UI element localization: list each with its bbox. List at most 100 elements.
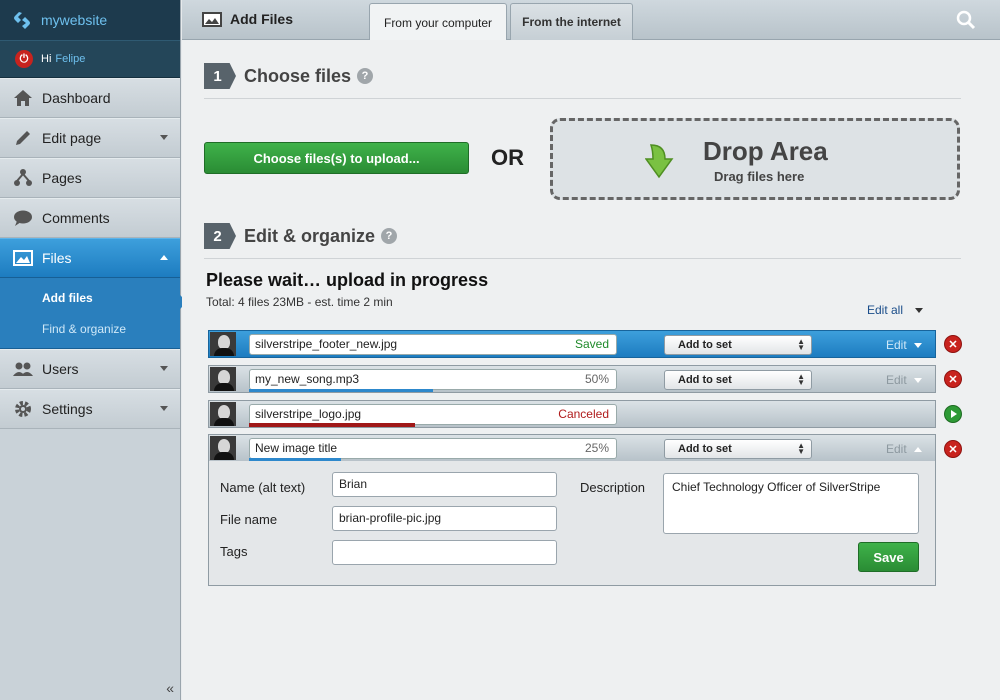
upload-progress-bar [249, 423, 415, 427]
drop-area[interactable]: Drop Area Drag files here [550, 118, 960, 200]
sidebar-item-label: Dashboard [42, 90, 111, 106]
divider [204, 258, 961, 259]
file-thumbnail [210, 402, 236, 426]
sidebar-item-files[interactable]: Files [0, 238, 180, 278]
chevron-up-icon[interactable] [160, 255, 168, 260]
or-label: OR [491, 145, 524, 170]
subnav-item-find-organize[interactable]: Find & organize [0, 313, 180, 344]
upload-progress-bar [249, 389, 433, 392]
chevron-down-icon [915, 307, 924, 313]
tab-from-internet[interactable]: From the internet [510, 3, 633, 40]
divider [204, 98, 961, 99]
step-label: Choose files [244, 65, 352, 86]
file-status: 50% [584, 372, 609, 386]
description-label: Description [580, 480, 646, 495]
sidebar-item-label: Edit page [42, 130, 102, 146]
step-number: 1 [204, 63, 236, 89]
drop-title: Drop Area [703, 136, 828, 166]
sidebar-item-pages[interactable]: Pages [0, 158, 180, 198]
updown-arrows-icon: ▲ ▼ [797, 337, 805, 352]
remove-file-icon[interactable]: ✕ [944, 370, 962, 388]
search-icon[interactable] [956, 10, 976, 30]
collapse-sidebar-icon[interactable]: « [166, 680, 174, 696]
name-label: Name (alt text) [220, 480, 306, 495]
chevron-down-icon [913, 342, 922, 348]
tab-from-computer[interactable]: From your computer [369, 3, 507, 41]
edit-button[interactable]: Edit [886, 442, 922, 456]
file-row: silverstripe_footer_new.jpg Saved Add to… [208, 330, 936, 358]
file-status: 25% [584, 441, 609, 455]
image-icon [202, 11, 222, 27]
add-to-set-select[interactable]: Add to set ▲ ▼ [664, 335, 812, 355]
file-thumbnail [210, 436, 236, 460]
file-name-field[interactable]: New image title 25% [249, 438, 617, 459]
image-icon [12, 247, 34, 269]
choose-files-button[interactable]: Choose files(s) to upload... [204, 142, 469, 174]
sitemap-icon [12, 167, 34, 189]
chevron-up-icon [913, 446, 922, 452]
add-to-set-select[interactable]: Add to set ▲ ▼ [664, 370, 812, 390]
save-button[interactable]: Save [858, 542, 919, 572]
step-label: Edit & organize [244, 225, 376, 246]
step-choose-files: 1 Choose files ? [204, 63, 374, 89]
file-status: Saved [574, 337, 609, 351]
description-field[interactable]: Chief Technology Officer of SilverStripe [663, 473, 919, 534]
download-arrow-icon [644, 143, 675, 179]
upload-status-title: Please wait… upload in progress [206, 270, 489, 290]
main-content: 1 Choose files ? Choose files(s) to uplo… [182, 40, 1000, 700]
step-edit-organize: 2 Edit & organize ? [204, 223, 398, 249]
chevron-down-icon[interactable] [160, 406, 168, 411]
file-name-input[interactable]: brian-profile-pic.jpg [332, 506, 557, 531]
help-icon[interactable]: ? [357, 68, 374, 84]
comment-icon [12, 207, 34, 229]
file-thumbnail [210, 367, 236, 391]
user-name[interactable]: Felipe [55, 53, 85, 65]
edit-button[interactable]: Edit [886, 373, 922, 387]
sidebar-item-label: Settings [42, 401, 93, 417]
name-field[interactable]: Brian [332, 472, 557, 497]
subnav-item-add-files[interactable]: Add files [0, 282, 180, 313]
remove-file-icon[interactable]: ✕ [944, 440, 962, 458]
home-icon [12, 87, 34, 109]
step-number: 2 [204, 223, 236, 249]
brand[interactable]: mywebsite [0, 0, 180, 40]
gear-icon [12, 398, 34, 420]
sidebar-item-label: Files [42, 250, 72, 266]
sidebar-item-users[interactable]: Users [0, 349, 180, 389]
sidebar-item-label: Comments [42, 210, 110, 226]
file-name-field[interactable]: silverstripe_footer_new.jpg Saved [249, 334, 617, 355]
sidebar-item-dashboard[interactable]: Dashboard [0, 78, 180, 118]
sidebar-item-label: Pages [42, 170, 82, 186]
add-to-set-select[interactable]: Add to set ▲ ▼ [664, 439, 812, 459]
sidebar-item-settings[interactable]: Settings [0, 389, 180, 429]
top-bar: Add Files From your computer From the in… [182, 0, 1000, 41]
edit-all-button[interactable]: Edit all [867, 303, 924, 317]
chevron-down-icon [913, 377, 922, 383]
sidebar-item-edit-page[interactable]: Edit page [0, 118, 180, 158]
sidebar-item-comments[interactable]: Comments [0, 198, 180, 238]
file-name-label: File name [220, 512, 278, 527]
resume-upload-icon[interactable] [944, 405, 962, 423]
sidebar: mywebsite ⏻ Hi Felipe Dashboard Edit pag… [0, 0, 187, 700]
chevron-down-icon[interactable] [160, 135, 168, 140]
upload-total: Total: 4 files 23MB - est. time 2 min [206, 295, 393, 309]
pencil-icon [12, 127, 34, 149]
file-name-field[interactable]: my_new_song.mp3 50% [249, 369, 617, 390]
file-name-field[interactable]: silverstripe_logo.jpg Canceled [249, 404, 617, 425]
page-title: Add Files [202, 11, 293, 27]
greeting: Hi [41, 53, 52, 65]
tags-field[interactable] [332, 540, 557, 565]
drop-subtitle: Drag files here [714, 169, 805, 184]
updown-arrows-icon: ▲ ▼ [797, 441, 805, 456]
edit-button[interactable]: Edit [886, 338, 922, 352]
file-status: Canceled [558, 407, 609, 421]
file-thumbnail [210, 332, 236, 356]
file-row: my_new_song.mp3 50% Add to set ▲ ▼ Edit [208, 365, 936, 393]
power-icon[interactable]: ⏻ [15, 50, 33, 68]
users-icon [12, 358, 34, 380]
remove-file-icon[interactable]: ✕ [944, 335, 962, 353]
chevron-down-icon[interactable] [160, 366, 168, 371]
updown-arrows-icon: ▲ ▼ [797, 372, 805, 387]
help-icon[interactable]: ? [381, 228, 398, 244]
sidebar-item-label: Users [42, 361, 79, 377]
